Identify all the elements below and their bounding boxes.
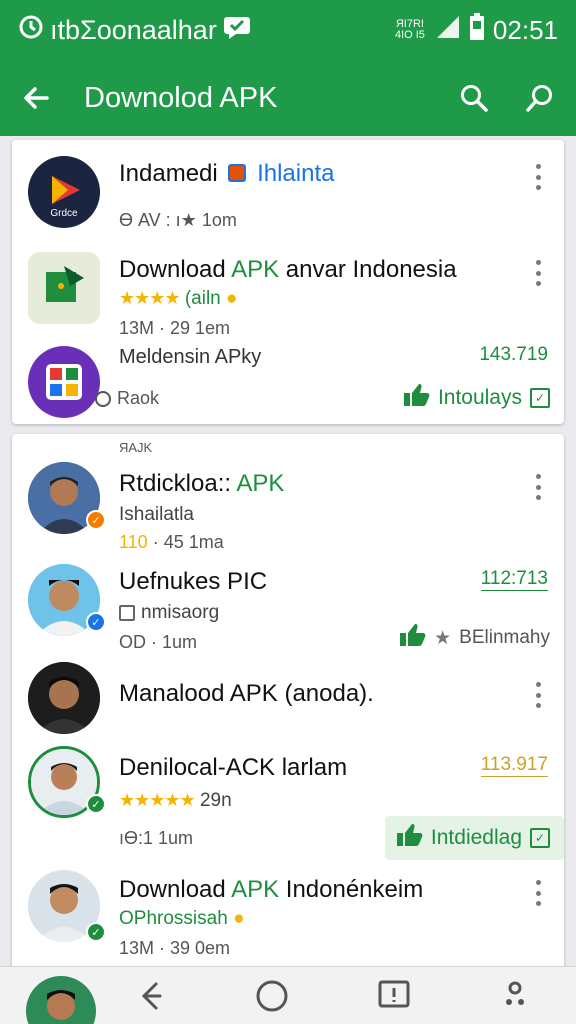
item-title: Uefnukes PIC xyxy=(119,568,268,595)
item-title-highlight: APK xyxy=(236,470,285,497)
item-meta: 13M · 39 0em xyxy=(119,938,231,958)
item-meta-highlight: 110 xyxy=(119,532,148,552)
status-bar: ıtbΣoonaalhar ЯI7RI 4IO I5 02:51 xyxy=(0,0,576,60)
list-item[interactable]: Meldensin APky 143.719 Raok Intoulays ✓ xyxy=(12,336,564,424)
more-options-icon[interactable] xyxy=(532,164,544,190)
verified-badge-icon: ✓ xyxy=(86,922,106,942)
item-subtitle: Ishailatla xyxy=(119,504,194,525)
item-title-highlight: APK xyxy=(231,256,280,283)
rating-stars: ★★★★★ xyxy=(119,790,196,810)
more-options-icon[interactable] xyxy=(532,880,544,906)
item-meta: · 45 1ma xyxy=(147,532,224,552)
item-price: 113.917 xyxy=(480,754,548,777)
page-title: Downolod APK xyxy=(84,81,278,114)
chat-bubble-icon xyxy=(223,14,251,47)
item-meta: Raok xyxy=(117,388,160,408)
app-icon xyxy=(28,252,100,324)
item-price: 112:713 xyxy=(480,568,548,591)
item-title: Meldensin APky xyxy=(119,346,262,368)
item-title-highlight: APK xyxy=(231,876,280,903)
item-title: Download xyxy=(119,256,232,283)
app-tag-icon xyxy=(119,605,135,621)
rating-text: 29n xyxy=(199,790,232,811)
item-title-rest: anvar Indonesia xyxy=(279,256,457,283)
rate-label: BElinmahy xyxy=(459,627,550,648)
avatar xyxy=(28,662,100,734)
checkbox-icon[interactable]: ✓ xyxy=(530,388,550,408)
signal-text: ЯI7RI 4IO I5 xyxy=(394,18,425,41)
rating-stars: ★★★★ xyxy=(119,288,181,308)
list-item[interactable]: ✓ Uefnukes PIC 112:713 nmisaorg OD · 1um… xyxy=(12,558,564,658)
clock-icon xyxy=(95,390,111,407)
item-meta: OD · 1um xyxy=(119,632,198,652)
status-time: 02:51 xyxy=(492,14,558,45)
list-item[interactable]: ✓ Rtdickloa:: APK Ishailatla 110 · 45 1m… xyxy=(12,454,564,554)
item-meta: ϴ AV : ı★ 1om xyxy=(119,210,237,230)
install-label: Intoulays xyxy=(437,386,522,409)
results-card-bottom: ЯAJK ✓ Rtdickloa:: APK Ishailatla 110 · … xyxy=(12,434,564,974)
verified-badge-icon: ✓ xyxy=(86,510,106,530)
app-icon: Grdce xyxy=(28,156,100,228)
install-button[interactable]: Intdiedlag ✓ xyxy=(384,816,564,860)
rate-button[interactable]: ★ BElinmahy xyxy=(398,622,550,654)
recents-icon[interactable] xyxy=(376,978,412,1014)
home-icon[interactable] xyxy=(254,978,290,1014)
status-carrier: ıtbΣoonaalhar xyxy=(50,14,217,45)
star-icon: ★ xyxy=(434,627,452,649)
item-title: Rtdickloa:: xyxy=(119,470,237,497)
list-item[interactable]: Download APK anvar Indonesia ★★★★ (ailn … xyxy=(12,240,564,340)
assistant-icon[interactable] xyxy=(497,978,533,1014)
more-options-icon[interactable] xyxy=(532,260,544,286)
list-item[interactable]: Manalood APK (anoda). xyxy=(12,656,564,740)
verified-badge-icon: ✓ xyxy=(86,794,106,814)
svg-text:Grdce: Grdce xyxy=(50,208,78,219)
more-options-icon[interactable] xyxy=(532,682,544,708)
item-title: Download xyxy=(119,876,232,903)
item-publisher: Ihlainta xyxy=(257,160,335,187)
item-title: Denilocal-ACK larlam xyxy=(119,754,348,781)
verified-badge-icon: ✓ xyxy=(86,612,106,632)
rating-text: (ailn xyxy=(184,288,221,309)
app-icon xyxy=(28,346,100,418)
install-button[interactable]: Intoulays ✓ xyxy=(402,382,550,414)
battery-icon xyxy=(469,12,485,48)
fire-icon: ● xyxy=(226,288,238,309)
back-arrow-icon[interactable] xyxy=(18,80,54,116)
fire-icon: ● xyxy=(233,908,245,929)
search-alt-icon[interactable] xyxy=(522,80,558,116)
thumbs-up-icon xyxy=(398,622,426,654)
status-clock-icon xyxy=(18,14,44,47)
app-bar: Downolod APK xyxy=(0,60,576,136)
list-item[interactable]: ✓ Denilocal-ACK larlam 113.917 ★★★★★ 29n… xyxy=(12,740,564,864)
search-icon[interactable] xyxy=(456,80,492,116)
item-subtitle: nmisaorg xyxy=(141,602,220,623)
item-title: Manalood APK (anoda). xyxy=(119,680,374,707)
thumbs-up-icon xyxy=(402,382,430,414)
item-title: Indamedi xyxy=(119,160,218,187)
item-price: 143.719 xyxy=(479,344,548,365)
app-badge-icon xyxy=(228,164,247,182)
signal-icon xyxy=(435,14,461,47)
item-meta: ıϴ:1 1um xyxy=(119,828,194,848)
item-subtitle: OPhrossisah xyxy=(119,908,228,929)
list-item[interactable]: Grdce Indamedi Ihlainta ϴ AV : ı★ 1om xyxy=(12,140,564,240)
install-label: Intdiedlag xyxy=(430,826,522,849)
item-title-rest: Indonénkeim xyxy=(279,876,424,903)
results-card-top: Grdce Indamedi Ihlainta ϴ AV : ı★ 1om Do… xyxy=(12,140,564,424)
checkbox-icon[interactable]: ✓ xyxy=(530,828,550,848)
section-label: ЯAJK xyxy=(119,440,153,455)
list-item[interactable]: ✓ Download APK Indonénkeim OPhrossisah ●… xyxy=(12,864,564,974)
back-icon[interactable] xyxy=(133,978,169,1014)
thumbs-up-icon xyxy=(395,822,423,854)
more-options-icon[interactable] xyxy=(532,474,544,500)
